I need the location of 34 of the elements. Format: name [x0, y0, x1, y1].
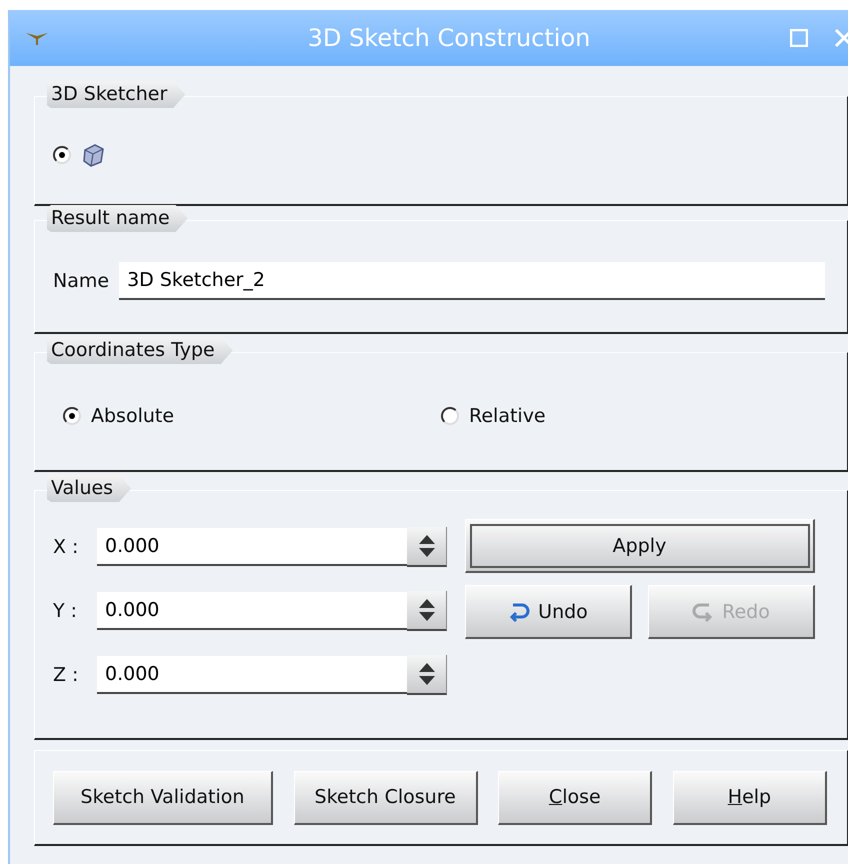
up-down-arrows-icon — [418, 598, 436, 622]
group-title: Coordinates Type — [47, 337, 233, 364]
axis-label: Z : — [53, 664, 80, 686]
redo-arrow-icon — [692, 602, 714, 622]
dialog-button[interactable]: Help — [672, 770, 827, 824]
dialog-button[interactable]: Sketch Validation — [53, 770, 273, 824]
window-title: 3D Sketch Construction — [306, 24, 592, 52]
axis-label: Y : — [53, 600, 78, 622]
radio-label[interactable]: Relative — [469, 404, 546, 426]
dialog-button[interactable]: Sketch Closure — [294, 770, 478, 824]
radio-button[interactable] — [53, 146, 71, 164]
undo-arrow-icon — [508, 602, 530, 622]
coordinate-field[interactable]: 0.000 — [97, 592, 407, 630]
group-title: Values — [47, 475, 132, 502]
name-label: Name — [53, 270, 110, 292]
axis-label: X : — [53, 536, 80, 558]
app-logo-icon — [26, 31, 48, 45]
group-title: 3D Sketcher — [47, 81, 186, 108]
radio-label[interactable]: Absolute — [91, 404, 174, 426]
coordinate-field[interactable]: 0.000 — [97, 528, 407, 566]
name-field[interactable]: 3D Sketcher_2 — [119, 262, 825, 300]
radio-button[interactable] — [63, 406, 81, 424]
sketch-cube-icon — [81, 142, 105, 168]
spin-button[interactable] — [407, 527, 447, 567]
radio-button[interactable] — [441, 406, 459, 424]
group-title: Result name — [47, 205, 188, 232]
apply-button[interactable]: Apply — [465, 519, 815, 573]
dialog-button[interactable]: Close — [498, 770, 652, 824]
up-down-arrows-icon — [418, 662, 436, 686]
spin-button[interactable] — [407, 655, 447, 695]
undo-button[interactable]: Undo — [465, 585, 632, 639]
up-down-arrows-icon — [418, 534, 436, 558]
coordinate-field[interactable]: 0.000 — [97, 656, 407, 694]
spin-button[interactable] — [407, 591, 447, 631]
